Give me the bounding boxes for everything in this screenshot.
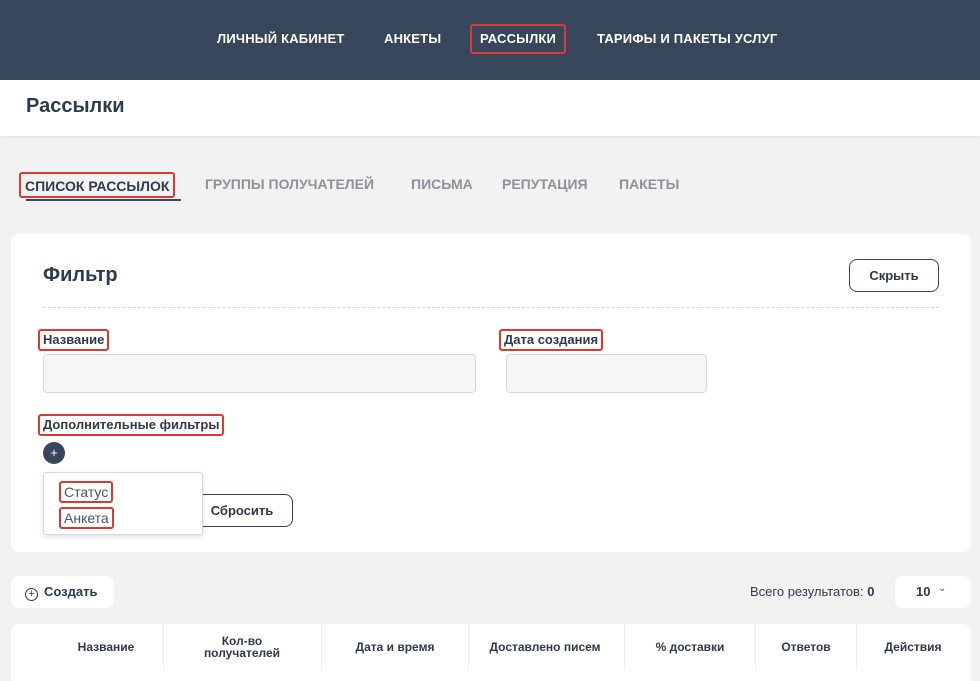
tab-recipient-groups[interactable]: ГРУППЫ ПОЛУЧАТЕЛЕЙ bbox=[205, 172, 374, 198]
page-size-value: 10 bbox=[916, 584, 931, 599]
dropdown-option-form[interactable]: Анкета bbox=[59, 507, 114, 529]
plus-circle-icon: + bbox=[25, 587, 38, 601]
extra-filters-label: Дополнительные фильтры bbox=[38, 414, 225, 436]
page-header: Рассылки bbox=[0, 80, 980, 136]
column-header-recipients[interactable]: Кол-во получателей bbox=[187, 624, 297, 670]
tab-mailing-list[interactable]: СПИСОК РАССЫЛОК bbox=[19, 172, 176, 198]
create-button[interactable]: + Создать bbox=[11, 576, 114, 608]
page-title: Рассылки bbox=[26, 95, 125, 117]
column-header-name[interactable]: Название bbox=[49, 624, 163, 670]
date-filter-input[interactable] bbox=[506, 354, 707, 393]
total-results: Всего результатов: 0 bbox=[750, 584, 874, 599]
nav-item-tariffs[interactable]: ТАРИФЫ И ПАКЕТЫ УСЛУГ bbox=[597, 24, 777, 54]
date-field-label: Дата создания bbox=[499, 329, 604, 351]
column-header-delivery-rate[interactable]: % доставки bbox=[625, 624, 755, 670]
plus-icon: + bbox=[50, 445, 58, 460]
column-header-replies[interactable]: Ответов bbox=[756, 624, 856, 670]
column-header-datetime[interactable]: Дата и время bbox=[322, 624, 468, 670]
chevron-down-icon: ⌄ bbox=[938, 583, 947, 594]
nav-item-mailings[interactable]: РАССЫЛКИ bbox=[470, 24, 567, 54]
filter-title: Фильтр bbox=[43, 264, 118, 286]
nav-item-account[interactable]: ЛИЧНЫЙ КАБИНЕТ bbox=[217, 24, 344, 54]
total-results-label: Всего результатов: bbox=[750, 584, 864, 599]
column-header-delivered[interactable]: Доставлено писем bbox=[481, 624, 609, 670]
total-results-count: 0 bbox=[867, 584, 875, 599]
name-field-label: Название bbox=[38, 329, 110, 351]
active-tab-underline bbox=[26, 199, 181, 201]
tab-reputation[interactable]: РЕПУТАЦИЯ bbox=[502, 172, 588, 198]
add-filter-button[interactable]: + bbox=[43, 442, 65, 464]
hide-filter-button[interactable]: Скрыть bbox=[849, 259, 939, 292]
tab-packages[interactable]: ПАКЕТЫ bbox=[619, 172, 679, 198]
extra-filters-dropdown: Статус Анкета bbox=[43, 472, 203, 535]
reset-button[interactable]: Сбросить bbox=[191, 494, 293, 527]
filter-divider bbox=[43, 307, 939, 308]
column-separator bbox=[468, 624, 469, 670]
mailings-table-header: Название Кол-во получателей Дата и время… bbox=[11, 624, 971, 681]
name-filter-input[interactable] bbox=[43, 354, 476, 393]
page-size-select[interactable]: 10 ⌄ bbox=[895, 576, 971, 608]
tab-letters[interactable]: ПИСЬМА bbox=[411, 172, 473, 198]
create-button-label: Создать bbox=[44, 583, 98, 599]
column-header-actions: Действия bbox=[884, 640, 942, 654]
dropdown-option-status[interactable]: Статус bbox=[59, 481, 114, 503]
column-separator bbox=[163, 624, 164, 670]
nav-item-forms[interactable]: АНКЕТЫ bbox=[384, 24, 441, 54]
top-navigation: ЛИЧНЫЙ КАБИНЕТ АНКЕТЫ РАССЫЛКИ ТАРИФЫ И … bbox=[0, 0, 980, 80]
